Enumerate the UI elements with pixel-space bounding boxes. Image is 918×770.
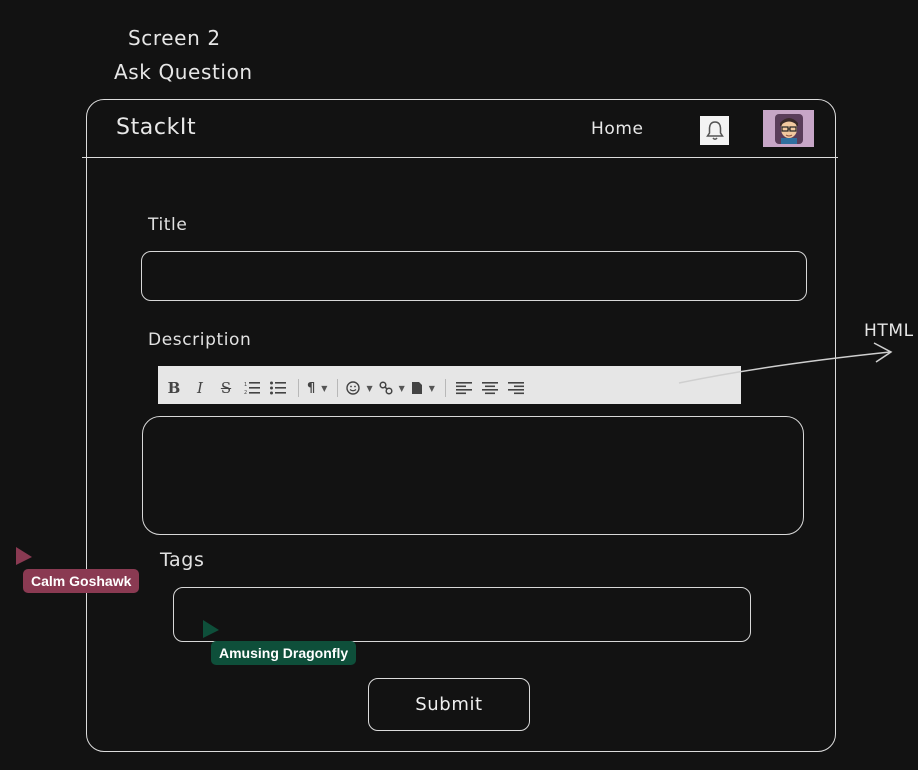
align-left-icon — [455, 382, 472, 395]
paragraph-dropdown[interactable]: ¶ ▼ — [307, 376, 327, 400]
bullet-list-icon — [270, 381, 286, 395]
align-right-button[interactable] — [506, 376, 526, 400]
bold-button[interactable]: B — [164, 376, 184, 400]
avatar[interactable] — [763, 110, 814, 147]
align-center-button[interactable] — [480, 376, 500, 400]
chevron-down-icon: ▼ — [398, 383, 405, 393]
html-annotation: HTML — [864, 321, 914, 341]
toolbar-divider — [444, 379, 446, 397]
user-avatar-icon — [774, 113, 803, 144]
rich-text-toolbar: B I S 1 2 ¶ ▼ ▼ ▼ ▼ — [158, 366, 741, 404]
paragraph-icon: ¶ — [307, 380, 316, 396]
description-label: Description — [148, 330, 252, 350]
emoji-dropdown[interactable]: ▼ — [346, 376, 373, 400]
chevron-down-icon: ▼ — [366, 383, 373, 393]
italic-button[interactable]: I — [190, 376, 210, 400]
nav-home-link[interactable]: Home — [591, 119, 644, 139]
collaborator-name-tag: Amusing Dragonfly — [211, 641, 357, 665]
annotation-arrow — [678, 342, 893, 384]
notification-button[interactable] — [700, 116, 729, 145]
title-input[interactable] — [141, 251, 807, 301]
link-dropdown[interactable]: ▼ — [379, 376, 405, 400]
svg-text:2: 2 — [244, 390, 247, 395]
bullet-list-button[interactable] — [268, 376, 288, 400]
toolbar-divider — [298, 379, 299, 397]
svg-text:1: 1 — [244, 382, 247, 388]
tags-input[interactable] — [173, 587, 751, 642]
bell-icon — [705, 120, 724, 140]
chevron-down-icon: ▼ — [321, 383, 328, 393]
toolbar-divider — [337, 379, 339, 397]
collaborator-cursor-icon — [203, 620, 219, 638]
chevron-down-icon: ▼ — [428, 383, 435, 393]
link-icon — [379, 381, 393, 395]
tags-label: Tags — [160, 549, 205, 571]
strikethrough-button[interactable]: S — [216, 376, 236, 400]
collaborator-name-tag: Calm Goshawk — [23, 569, 140, 593]
file-icon — [411, 382, 422, 394]
title-label: Title — [148, 215, 188, 235]
screen-label: Screen 2 — [128, 26, 221, 50]
insert-file-dropdown[interactable]: ▼ — [411, 376, 435, 400]
align-center-icon — [481, 382, 498, 395]
align-left-button[interactable] — [454, 376, 474, 400]
page-heading: Ask Question — [114, 60, 253, 84]
description-editor[interactable] — [142, 416, 804, 535]
navbar-divider — [82, 157, 838, 158]
submit-button[interactable]: Submit — [368, 678, 530, 731]
collaborator-cursor-icon — [16, 547, 32, 565]
emoji-icon — [346, 381, 361, 395]
ordered-list-icon: 1 2 — [244, 382, 260, 395]
align-right-icon — [507, 382, 524, 395]
ordered-list-button[interactable]: 1 2 — [242, 376, 262, 400]
brand-logo[interactable]: StackIt — [116, 115, 196, 140]
